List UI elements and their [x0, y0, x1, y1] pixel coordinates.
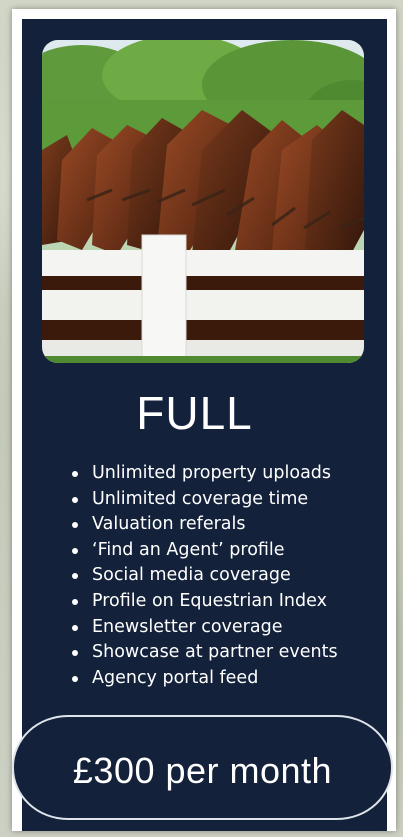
- feature-item: Unlimited property uploads: [70, 461, 338, 487]
- feature-item: Agency portal feed: [70, 666, 338, 692]
- plan-title: FULL: [136, 387, 253, 439]
- horses-image: [42, 40, 364, 363]
- plan-price: £300 per month: [72, 750, 333, 791]
- pricing-card: FULL Unlimited property uploads Unlimite…: [12, 9, 396, 831]
- feature-item: ‘Find an Agent’ profile: [70, 538, 338, 564]
- feature-list: Unlimited property uploads Unlimited cov…: [70, 461, 338, 691]
- feature-item: Profile on Equestrian Index: [70, 589, 338, 615]
- feature-item: Unlimited coverage time: [70, 487, 338, 513]
- feature-item: Social media coverage: [70, 563, 338, 589]
- feature-item: Showcase at partner events: [70, 640, 338, 666]
- plan-photo: [42, 40, 364, 363]
- feature-item: Valuation referals: [70, 512, 338, 538]
- feature-item: Enewsletter coverage: [70, 615, 338, 641]
